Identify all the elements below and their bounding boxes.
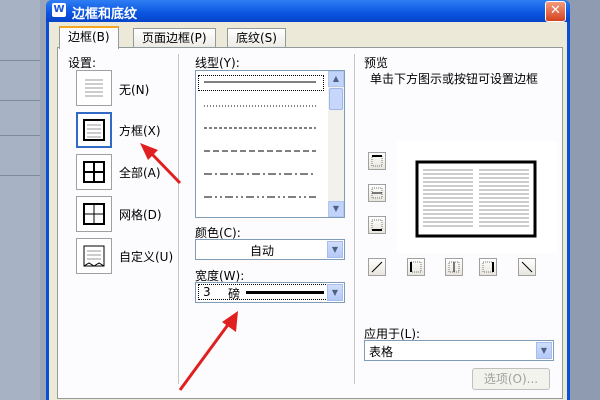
dialog-title: 边框和底纹 bbox=[72, 7, 138, 22]
diagonal-down-border-button[interactable] bbox=[518, 258, 536, 276]
apply-to-dropdown[interactable]: 表格 ▼ bbox=[364, 340, 554, 361]
preset-grid-button[interactable] bbox=[76, 196, 112, 232]
top-border-icon bbox=[371, 155, 383, 167]
close-button[interactable]: ✕ bbox=[545, 1, 566, 22]
scroll-up-icon[interactable]: ▲ bbox=[328, 71, 344, 87]
width-line-sample bbox=[246, 291, 324, 294]
preset-custom-icon bbox=[83, 245, 105, 267]
background-divider bbox=[0, 175, 40, 176]
line-style-scrollbar[interactable]: ▲ ▼ bbox=[328, 71, 344, 217]
tab-borders[interactable]: 边框(B) bbox=[59, 26, 119, 49]
divider bbox=[178, 54, 180, 384]
borders-tab-panel: 设置: 无(N) 方框(X) 全部(A) 网格(D) 自定义(U) 线型(Y):… bbox=[57, 47, 563, 399]
preset-box-label: 方框(X) bbox=[119, 124, 161, 138]
bottom-border-icon bbox=[371, 219, 383, 231]
preview-heading: 预览 bbox=[364, 56, 389, 70]
apply-to-value: 表格 bbox=[369, 345, 394, 359]
top-border-button[interactable] bbox=[368, 152, 386, 170]
background-divider bbox=[0, 60, 40, 61]
preset-custom-button[interactable] bbox=[76, 238, 112, 274]
background-divider bbox=[0, 135, 40, 136]
chevron-down-icon[interactable]: ▼ bbox=[327, 241, 343, 258]
width-value: 3 bbox=[203, 285, 211, 299]
preview-box[interactable] bbox=[397, 142, 557, 253]
right-border-button[interactable] bbox=[479, 258, 497, 276]
left-border-button[interactable] bbox=[407, 258, 425, 276]
preset-all-button[interactable] bbox=[76, 154, 112, 190]
width-dropdown[interactable]: 3 磅 ▼ bbox=[195, 282, 345, 303]
dialog-body: 边框(B) 页面边框(P) 底纹(S) 设置: 无(N) 方框(X) 全部(A)… bbox=[49, 22, 567, 400]
right-border-icon bbox=[482, 261, 494, 273]
width-unit: 磅 bbox=[228, 287, 241, 301]
preset-grid-label: 网格(D) bbox=[119, 208, 162, 222]
color-dropdown[interactable]: 自动 ▼ bbox=[195, 239, 345, 260]
settings-heading: 设置: bbox=[68, 56, 97, 70]
preset-grid-icon bbox=[83, 203, 105, 225]
diagonal-down-icon bbox=[521, 261, 533, 273]
scroll-down-icon[interactable]: ▼ bbox=[328, 201, 344, 217]
line-style-options[interactable] bbox=[196, 71, 324, 217]
preset-box-icon bbox=[83, 119, 105, 141]
chevron-down-icon[interactable]: ▼ bbox=[327, 284, 343, 301]
title-bar[interactable]: W 边框和底纹 ✕ bbox=[46, 0, 570, 22]
diagonal-up-icon bbox=[371, 261, 383, 273]
preset-custom-label: 自定义(U) bbox=[119, 250, 174, 264]
app-icon: W bbox=[52, 3, 66, 17]
inside-horizontal-border-icon bbox=[371, 187, 383, 199]
line-style-list[interactable]: ▲ ▼ bbox=[195, 70, 345, 218]
borders-and-shading-dialog: W 边框和底纹 ✕ 边框(B) 页面边框(P) 底纹(S) 设置: 无(N) 方… bbox=[46, 0, 570, 400]
chevron-down-icon[interactable]: ▼ bbox=[536, 342, 552, 359]
preset-all-label: 全部(A) bbox=[119, 166, 161, 180]
diagonal-up-border-button[interactable] bbox=[368, 258, 386, 276]
background-document-right bbox=[566, 0, 600, 400]
preset-none-icon bbox=[85, 79, 103, 97]
inside-vertical-border-button[interactable] bbox=[445, 258, 463, 276]
options-button[interactable]: 选项(O)... bbox=[472, 368, 550, 390]
left-border-icon bbox=[410, 261, 422, 273]
preset-box-button[interactable] bbox=[76, 112, 112, 148]
line-style-label: 线型(Y): bbox=[195, 56, 240, 70]
preview-table-diagram bbox=[415, 160, 537, 238]
preset-none-label: 无(N) bbox=[119, 83, 150, 97]
preset-none-button[interactable] bbox=[76, 70, 112, 106]
divider bbox=[354, 54, 356, 384]
preset-all-icon bbox=[83, 161, 105, 183]
tab-page-border[interactable]: 页面边框(P) bbox=[133, 28, 216, 47]
bottom-border-button[interactable] bbox=[368, 216, 386, 234]
color-value: 自动 bbox=[249, 244, 274, 258]
inside-horizontal-border-button[interactable] bbox=[368, 184, 386, 202]
scroll-thumb[interactable] bbox=[329, 88, 343, 110]
tab-shading[interactable]: 底纹(S) bbox=[227, 28, 286, 47]
preview-hint: 单击下方图示或按钮可设置边框 bbox=[370, 72, 539, 86]
inside-vertical-border-icon bbox=[448, 261, 460, 273]
background-divider bbox=[0, 100, 40, 101]
